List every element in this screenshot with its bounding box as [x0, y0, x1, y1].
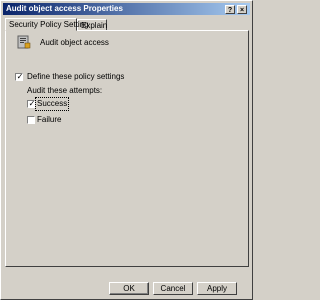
define-settings-checkbox[interactable]: ✓ [15, 72, 24, 81]
policy-name: Audit object access [40, 38, 109, 47]
tab-panel [5, 30, 249, 267]
close-button[interactable]: × [237, 5, 247, 14]
policy-icon [17, 35, 31, 49]
cancel-button[interactable]: Cancel [153, 282, 193, 295]
define-settings-label[interactable]: Define these policy settings [27, 72, 124, 82]
checkmark-icon: ✓ [16, 72, 24, 81]
success-checkbox[interactable]: ✓ [27, 99, 36, 108]
ok-button[interactable]: OK [109, 282, 149, 295]
success-label[interactable]: Success [34, 97, 70, 111]
properties-dialog: Audit object access Properties ? × Secur… [0, 0, 253, 300]
checkmark-icon: ✓ [28, 99, 36, 108]
failure-checkbox[interactable] [27, 116, 35, 124]
audit-attempts-heading: Audit these attempts: [27, 86, 103, 95]
window-title: Audit object access Properties [6, 4, 123, 13]
apply-button[interactable]: Apply [197, 282, 237, 295]
tab-security-policy-setting[interactable]: Security Policy Setting [5, 18, 89, 31]
failure-label[interactable]: Failure [37, 115, 61, 125]
title-bar[interactable]: Audit object access Properties ? × [3, 3, 250, 15]
help-button[interactable]: ? [225, 5, 235, 14]
